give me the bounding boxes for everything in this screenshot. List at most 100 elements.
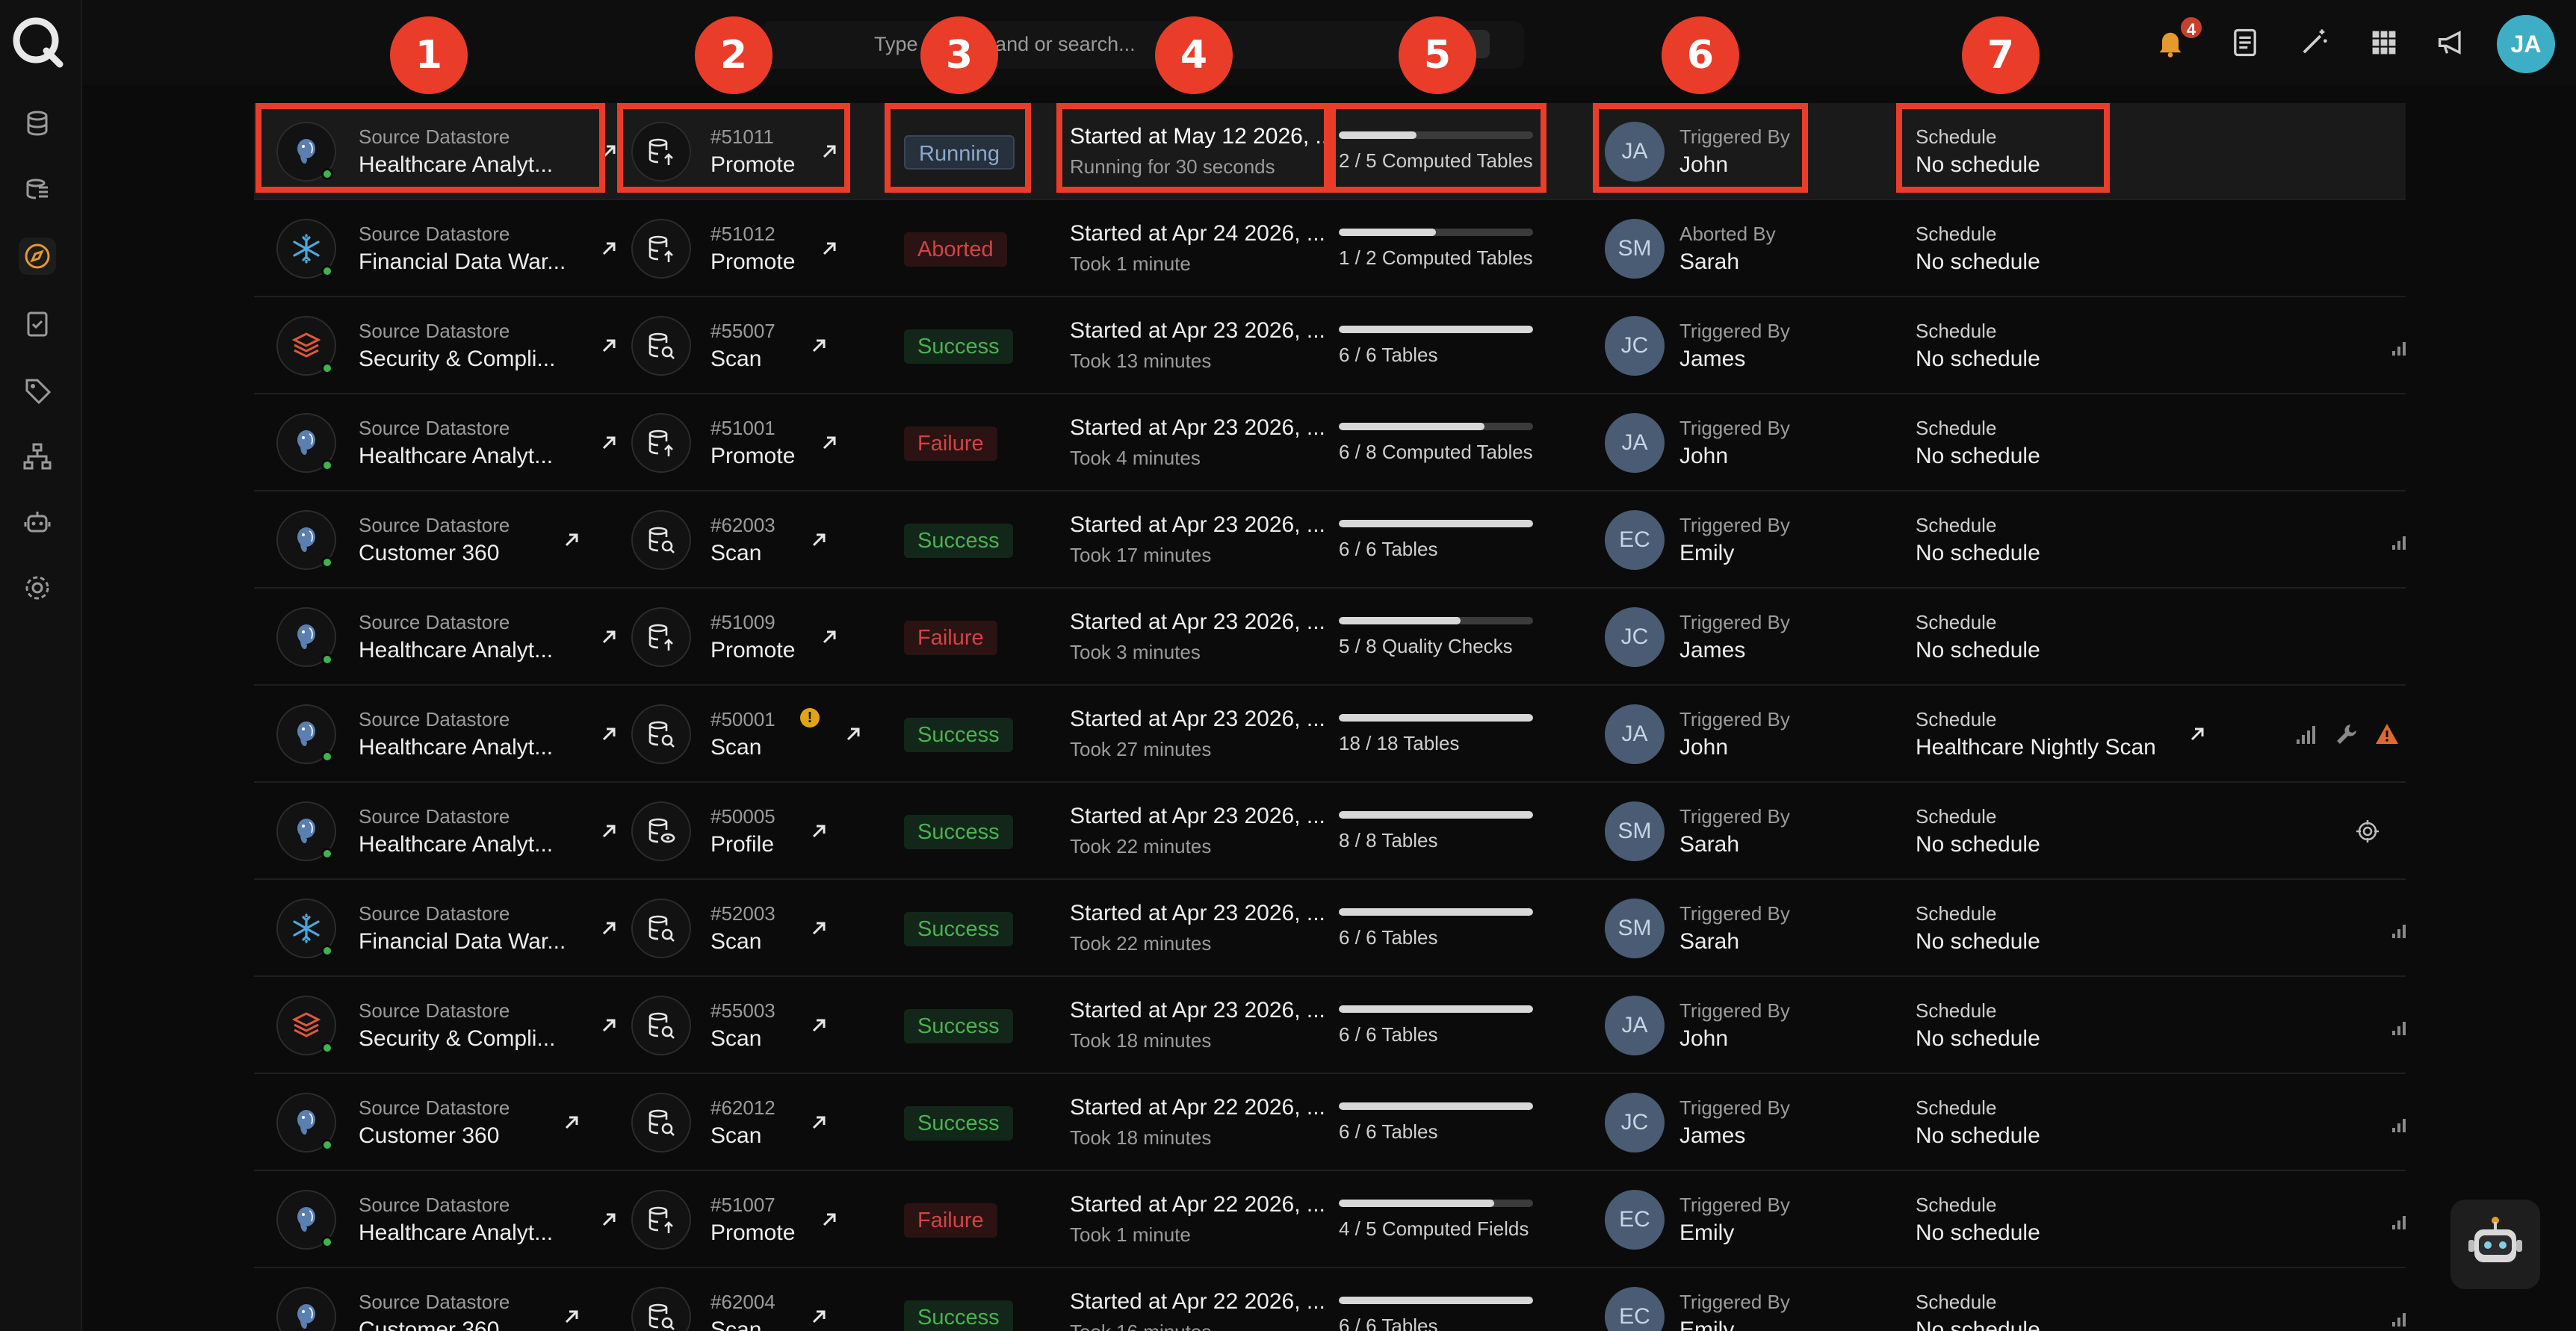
external-link-icon[interactable]: [598, 335, 620, 357]
signal-icon[interactable]: [2389, 333, 2406, 359]
operation-cell: #62003 Scan: [631, 491, 855, 589]
table-row[interactable]: Source Datastore Security & Compli... #550…: [254, 297, 2406, 394]
external-link-icon[interactable]: [598, 1014, 620, 1037]
table-row[interactable]: Source Datastore Customer 360 #62012 Scan Su…: [254, 1074, 2406, 1171]
nav-item-gear[interactable]: [19, 569, 56, 606]
annotation-marker-7: 7: [1962, 16, 2040, 94]
nav-item-database-stack[interactable]: [19, 172, 56, 209]
operation-id[interactable]: #55007: [710, 320, 775, 343]
external-link-icon[interactable]: [598, 238, 620, 260]
user-avatar: EC: [1605, 1287, 1665, 1331]
progress-bar: [1339, 229, 1533, 236]
external-link-icon[interactable]: [560, 529, 583, 551]
datastore-name[interactable]: Healthcare Analyt...: [359, 735, 553, 760]
table-row[interactable]: Source Datastore Healthcare Analyt... #500…: [254, 783, 2406, 880]
datastore-name[interactable]: Customer 360: [359, 1318, 499, 1331]
datastore-name[interactable]: Healthcare Analyt...: [359, 638, 553, 663]
user-avatar[interactable]: JA: [2497, 15, 2555, 73]
external-link-icon[interactable]: [598, 723, 620, 745]
signal-icon[interactable]: [2389, 916, 2406, 941]
external-link-icon[interactable]: [598, 820, 620, 843]
datastore-cell: Source Datastore Healthcare Analyt...: [276, 589, 616, 686]
operation-id[interactable]: #51009: [710, 611, 775, 634]
nav-item-robot[interactable]: [19, 503, 56, 541]
triggered-by-cell: EC Triggered By Emily: [1605, 1171, 1829, 1268]
table-row[interactable]: Source Datastore Healthcare Analyt... #500…: [254, 686, 2406, 783]
table-row[interactable]: Source Datastore Healthcare Analyt... #510…: [254, 1171, 2406, 1268]
signal-icon[interactable]: [2389, 1013, 2406, 1038]
datastore-name[interactable]: Healthcare Analyt...: [359, 832, 553, 857]
table-row[interactable]: Source Datastore Customer 360 #62003 Scan Su…: [254, 491, 2406, 589]
document-button[interactable]: [2225, 22, 2265, 63]
operation-id[interactable]: #62004: [710, 1291, 775, 1314]
wrench-icon[interactable]: [2334, 722, 2359, 747]
nav-item-database[interactable]: [19, 105, 56, 142]
datastore-name[interactable]: Financial Data War...: [359, 929, 566, 955]
signal-icon[interactable]: [2389, 1207, 2406, 1232]
external-link-icon[interactable]: [808, 820, 830, 843]
signal-icon[interactable]: [2294, 722, 2319, 747]
operation-id[interactable]: #62012: [710, 1096, 775, 1120]
table-row[interactable]: Source Datastore Healthcare Analyt... #510…: [254, 589, 2406, 686]
nav-item-compass[interactable]: [19, 238, 56, 275]
assistant-bot-button[interactable]: [2450, 1200, 2540, 1289]
datastore-name[interactable]: Financial Data War...: [359, 249, 566, 275]
external-link-icon[interactable]: [598, 626, 620, 648]
signal-icon[interactable]: [2389, 1304, 2406, 1330]
external-link-icon[interactable]: [560, 1111, 583, 1134]
external-link-icon[interactable]: [818, 1209, 840, 1231]
external-link-icon[interactable]: [818, 626, 840, 648]
schedule-value[interactable]: Healthcare Nightly Scan: [1916, 735, 2156, 760]
target-icon[interactable]: [2355, 819, 2380, 844]
warning-icon[interactable]: !: [800, 708, 820, 727]
app-logo[interactable]: [7, 12, 67, 72]
operation-id[interactable]: #52003: [710, 902, 775, 925]
external-link-icon[interactable]: [598, 917, 620, 940]
nav-item-checklist[interactable]: [19, 305, 56, 342]
external-link-icon[interactable]: [560, 1306, 583, 1328]
nav-item-hierarchy[interactable]: [19, 438, 56, 475]
external-link-icon[interactable]: [818, 432, 840, 454]
datastore-name[interactable]: Healthcare Analyt...: [359, 444, 553, 469]
operation-id[interactable]: #51001: [710, 417, 775, 440]
datastore-name[interactable]: Security & Compli...: [359, 1026, 555, 1052]
external-link-icon[interactable]: [598, 432, 620, 454]
external-link-icon[interactable]: [808, 1014, 830, 1037]
status-badge: Failure: [904, 1203, 997, 1238]
signal-icon[interactable]: [2389, 1110, 2406, 1135]
table-row[interactable]: Source Datastore Healthcare Analyt... #510…: [254, 394, 2406, 491]
operation-id[interactable]: #62003: [710, 514, 775, 537]
external-link-icon[interactable]: [818, 238, 840, 260]
external-link-icon[interactable]: [808, 1111, 830, 1134]
schedule-value: No schedule: [1916, 832, 2040, 857]
datastore-name[interactable]: Healthcare Analyt...: [359, 1220, 553, 1246]
grid-button[interactable]: [2364, 22, 2404, 63]
schedule-cell: Schedule No schedule: [1916, 1074, 2259, 1171]
datastore-label: Source Datastore: [359, 999, 510, 1022]
megaphone-button[interactable]: [2431, 22, 2471, 63]
operation-id[interactable]: #51007: [710, 1194, 775, 1217]
table-row[interactable]: Source Datastore Financial Data War... #51…: [254, 200, 2406, 297]
wand-button[interactable]: [2294, 22, 2334, 63]
table-row[interactable]: Source Datastore Customer 360 #62004 Scan Su…: [254, 1268, 2406, 1331]
operation-id[interactable]: #51012: [710, 223, 775, 246]
external-link-icon[interactable]: [808, 335, 830, 357]
datastore-name[interactable]: Security & Compli...: [359, 347, 555, 372]
table-row[interactable]: Source Datastore Financial Data War... #52…: [254, 880, 2406, 977]
warning-triangle-icon[interactable]: [2374, 722, 2400, 747]
external-link-icon[interactable]: [808, 1306, 830, 1328]
external-link-icon[interactable]: [598, 1209, 620, 1231]
external-link-icon[interactable]: [842, 723, 864, 745]
datastore-name[interactable]: Customer 360: [359, 541, 499, 566]
operation-id[interactable]: #50001: [710, 708, 775, 731]
datastore-name[interactable]: Customer 360: [359, 1123, 499, 1149]
external-link-icon[interactable]: [2186, 723, 2208, 745]
start-time: Started at Apr 23 2026, ...: [1070, 901, 1325, 925]
external-link-icon[interactable]: [808, 917, 830, 940]
operation-id[interactable]: #50005: [710, 805, 775, 828]
nav-item-tag[interactable]: [19, 372, 56, 409]
signal-icon[interactable]: [2389, 527, 2406, 553]
operation-id[interactable]: #55003: [710, 999, 775, 1023]
table-row[interactable]: Source Datastore Security & Compli... #550…: [254, 977, 2406, 1074]
external-link-icon[interactable]: [808, 529, 830, 551]
